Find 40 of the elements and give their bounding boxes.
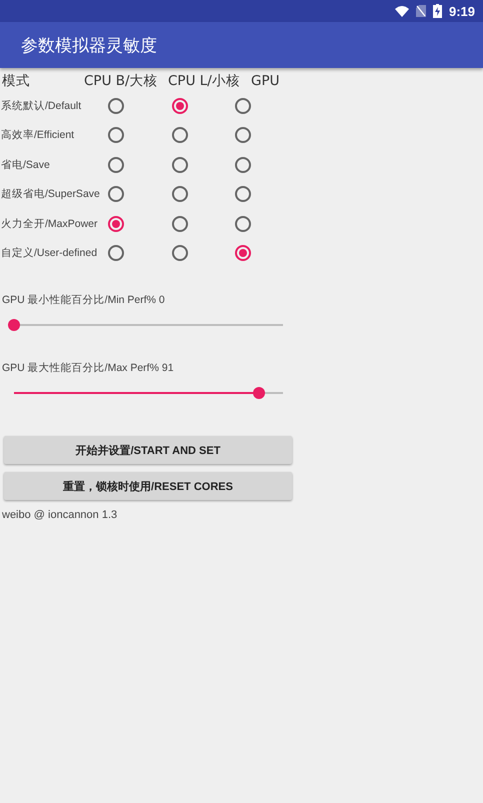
radio-button[interactable] xyxy=(108,98,124,114)
action-button[interactable]: 重置，锁核时使用/RESET CORES xyxy=(4,472,292,500)
radio-button[interactable] xyxy=(108,245,124,262)
radio-button[interactable] xyxy=(235,127,251,144)
slider-thumb[interactable] xyxy=(8,319,20,331)
mode-label: 火力全开/MaxPower xyxy=(1,216,99,231)
footer-text: weibo @ ioncannon 1.3 xyxy=(2,509,118,521)
radio-button[interactable] xyxy=(172,156,188,173)
slider-label: GPU 最小性能百分比/Min Perf% 0 xyxy=(2,293,166,308)
column-header: CPU L/小核 xyxy=(168,72,241,90)
column-header: GPU xyxy=(251,73,280,89)
radio-button[interactable] xyxy=(172,216,188,232)
radio-button[interactable] xyxy=(235,156,251,173)
mode-label: 高效率/Efficient xyxy=(1,128,76,142)
radio-button[interactable] xyxy=(172,127,188,144)
radio-button[interactable] xyxy=(235,216,251,232)
slider-label: GPU 最大性能百分比/Max Perf% 91 xyxy=(2,361,175,376)
column-header: CPU B/大核 xyxy=(84,72,159,90)
slider-thumb[interactable] xyxy=(252,387,265,399)
radio-button[interactable] xyxy=(235,245,251,262)
radio-button[interactable] xyxy=(235,98,251,114)
radio-button[interactable] xyxy=(172,98,188,114)
no-sim-icon xyxy=(416,5,426,17)
app-title: 参数模拟器灵敏度 xyxy=(21,34,157,56)
radio-button[interactable] xyxy=(172,245,188,262)
column-header: 模式 xyxy=(2,72,31,90)
action-button[interactable]: 开始并设置/START AND SET xyxy=(4,436,292,464)
clock-time: 9:19 xyxy=(448,4,475,18)
wifi-icon xyxy=(394,6,409,16)
mode-label: 自定义/User-defined xyxy=(1,246,98,260)
radio-button[interactable] xyxy=(108,127,124,144)
mode-label: 超级省电/SuperSave xyxy=(1,187,101,202)
mode-label: 系统默认/Default xyxy=(1,98,82,113)
radio-button[interactable] xyxy=(172,186,188,202)
radio-button[interactable] xyxy=(235,186,251,202)
battery-charging-icon xyxy=(432,4,442,18)
radio-button[interactable] xyxy=(108,156,124,173)
radio-button[interactable] xyxy=(108,186,124,202)
radio-button[interactable] xyxy=(108,216,124,232)
mode-label: 省电/Save xyxy=(1,158,51,172)
